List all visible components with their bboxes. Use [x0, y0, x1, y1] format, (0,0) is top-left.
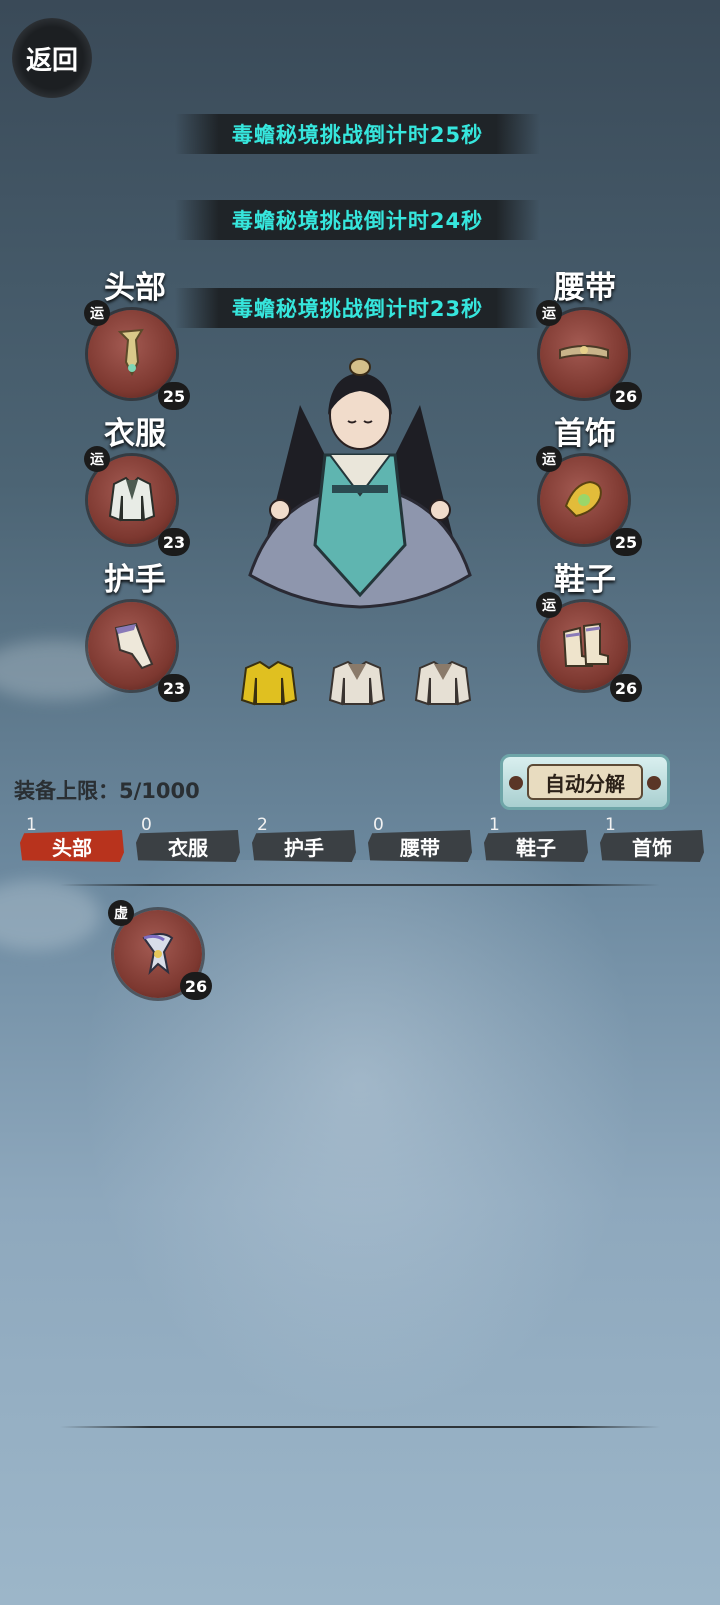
tab-label: 腰带 — [400, 835, 440, 860]
tab-label: 鞋子 — [516, 835, 556, 860]
tab-belt[interactable]: 腰带 — [368, 830, 472, 862]
belt-icon — [559, 345, 609, 360]
countdown-banner: 毒蟾秘境挑战倒计时23秒 — [175, 288, 540, 328]
boots-icon — [562, 622, 609, 667]
slot-level: 25 — [610, 528, 642, 556]
gold-robe-icon — [240, 660, 298, 706]
slot-badge: 运 — [536, 592, 562, 618]
item-badge: 虚 — [108, 900, 134, 926]
tab-label: 头部 — [52, 835, 92, 860]
amulet-icon — [564, 480, 602, 518]
slot-level: 25 — [158, 382, 190, 410]
slot-badge: 运 — [84, 300, 110, 326]
character-portrait — [248, 358, 472, 609]
tab-head[interactable]: 头部 — [20, 830, 124, 862]
tab-clothes[interactable]: 衣服 — [136, 830, 240, 862]
divider — [60, 1426, 660, 1428]
bracer-icon — [114, 622, 154, 670]
tab-hands[interactable]: 护手 — [252, 830, 356, 862]
white-robe-icon — [414, 660, 472, 706]
back-button[interactable]: 返回 — [12, 18, 92, 98]
auto-decompose-label: 自动分解 — [527, 764, 643, 800]
robe-icon — [108, 476, 156, 522]
item-level: 26 — [180, 972, 212, 1000]
tab-accessory[interactable]: 首饰 — [600, 830, 704, 862]
inventory-item[interactable]: 虚 26 — [108, 900, 212, 1000]
slot-level: 26 — [610, 674, 642, 702]
tab-shoes[interactable]: 鞋子 — [484, 830, 588, 862]
button-ornament — [509, 776, 523, 790]
slot-badge: 运 — [84, 446, 110, 472]
slot-level: 23 — [158, 528, 190, 556]
headpiece-icon — [117, 328, 144, 377]
tab-label: 首饰 — [632, 835, 672, 860]
tab-label: 衣服 — [168, 835, 208, 860]
button-ornament — [647, 776, 661, 790]
tab-label: 护手 — [284, 835, 324, 860]
slot-level: 26 — [610, 382, 642, 410]
equipment-capacity: 装备上限：5/1000 — [14, 779, 200, 803]
slot-title-hands: 护手 — [104, 562, 166, 598]
countdown-banner: 毒蟾秘境挑战倒计时24秒 — [175, 200, 540, 240]
countdown-banner: 毒蟾秘境挑战倒计时25秒 — [175, 114, 540, 154]
headpiece-icon — [142, 933, 174, 976]
white-robe-icon — [328, 660, 386, 706]
auto-decompose-button[interactable]: 自动分解 — [500, 754, 670, 810]
slot-level: 23 — [158, 674, 190, 702]
slot-badge: 运 — [536, 446, 562, 472]
divider — [60, 884, 660, 886]
